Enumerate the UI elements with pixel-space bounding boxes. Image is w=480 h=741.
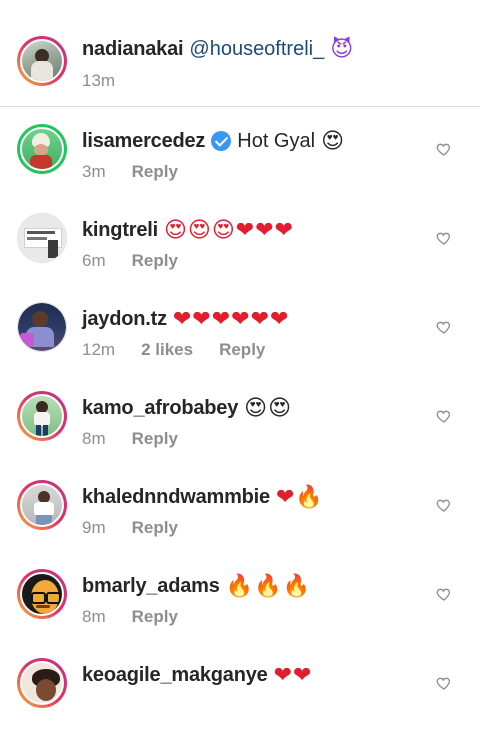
comment-emoji: ❤🔥 (275, 484, 324, 509)
heart-outline-icon[interactable] (436, 675, 452, 691)
reply-button[interactable]: Reply (132, 251, 178, 271)
comment-row: jaydon.tz ❤❤❤❤❤❤ 12m 2 likes Reply (0, 296, 480, 385)
avatar[interactable] (17, 302, 67, 352)
comment-time: 8m (82, 429, 106, 448)
comment-username[interactable]: kamo_afrobabey (82, 397, 238, 420)
verified-badge-icon (211, 131, 232, 151)
comment-emoji: 🔥🔥🔥 (225, 573, 311, 598)
reply-button[interactable]: Reply (132, 429, 178, 449)
reply-button[interactable]: Reply (132, 518, 178, 538)
heart-outline-icon[interactable] (436, 141, 452, 157)
comment-time: 3m (82, 162, 106, 181)
comment-username[interactable]: lisamercedez (82, 130, 205, 153)
heart-outline-icon[interactable] (436, 586, 452, 602)
comment-row: kamo_afrobabey 😍😍 8m Reply (0, 385, 480, 474)
reply-button[interactable]: Reply (132, 162, 178, 182)
avatar[interactable] (17, 658, 67, 708)
comment-row: khalednndwammbie ❤🔥 9m Reply (0, 474, 480, 563)
comment-username[interactable]: keoagile_makganye (82, 664, 268, 687)
caption-emoji: 😈 (330, 36, 355, 61)
avatar[interactable] (17, 213, 67, 263)
comment-emoji: 😍😍😍❤❤❤ (164, 217, 295, 242)
comment-time: 12m (82, 340, 116, 359)
avatar[interactable] (17, 480, 67, 530)
comment-emoji: 😍😍 (244, 395, 293, 420)
comment-row: kingtreli 😍😍😍❤❤❤ 6m Reply (0, 207, 480, 296)
heart-outline-icon[interactable] (436, 319, 452, 335)
avatar[interactable] (17, 569, 67, 619)
post-caption: nadianakai @houseoftreli_ 😈 13m (0, 0, 480, 107)
reply-button[interactable]: Reply (132, 607, 178, 627)
likes-count-button[interactable]: 2 likes (141, 340, 193, 360)
comment-username[interactable]: bmarly_adams (82, 575, 220, 598)
caption-time: 13m (82, 71, 116, 90)
comment-username[interactable]: kingtreli (82, 219, 158, 242)
heart-outline-icon[interactable] (436, 230, 452, 246)
avatar[interactable] (17, 36, 67, 86)
heart-outline-icon[interactable] (436, 497, 452, 513)
comment-time: 9m (82, 518, 106, 537)
comment-emoji: ❤❤❤❤❤❤ (172, 306, 290, 331)
comment-row: lisamercedez Hot Gyal 😍 3m Reply (0, 118, 480, 207)
comment-emoji: 😍 (321, 128, 345, 153)
reply-button[interactable]: Reply (219, 340, 265, 360)
comment-time: 6m (82, 251, 106, 270)
avatar[interactable] (17, 391, 67, 441)
comment-row: keoagile_makganye ❤❤ (0, 652, 480, 741)
caption-username[interactable]: nadianakai (82, 38, 184, 61)
comment-username[interactable]: jaydon.tz (82, 308, 167, 331)
heart-outline-icon[interactable] (436, 408, 452, 424)
avatar[interactable] (17, 124, 67, 174)
comment-emoji: ❤❤ (273, 662, 313, 687)
comment-text: Hot Gyal (237, 129, 316, 152)
comment-username[interactable]: khalednndwammbie (82, 486, 270, 509)
comment-time: 8m (82, 607, 106, 626)
caption-mention[interactable]: @houseoftreli_ (189, 38, 324, 61)
comment-row: bmarly_adams 🔥🔥🔥 8m Reply (0, 563, 480, 652)
